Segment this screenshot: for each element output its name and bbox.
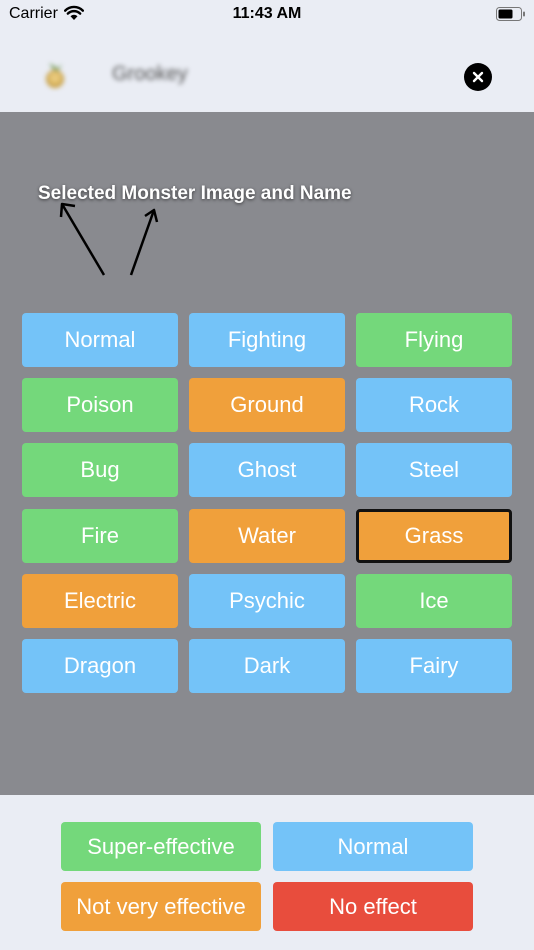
close-button[interactable]: [464, 63, 492, 91]
monster-name: Grookey: [112, 63, 188, 85]
legend-item-not-very-effective: Not very effective: [61, 882, 261, 931]
type-button-normal[interactable]: Normal: [22, 313, 178, 367]
type-button-steel[interactable]: Steel: [356, 443, 512, 498]
type-button-electric[interactable]: Electric: [22, 573, 178, 628]
type-button-dark[interactable]: Dark: [189, 639, 345, 693]
type-button-grass[interactable]: Grass: [356, 508, 512, 563]
type-selection-overlay: Selected Monster Image and Name Normal Fi…: [0, 112, 534, 795]
type-button-fire[interactable]: Fire: [22, 508, 178, 563]
legend-item-normal: Normal: [273, 822, 473, 871]
type-grid: Normal Fighting Flying Poison Ground Rock Bug G…: [22, 313, 512, 695]
type-button-dragon[interactable]: Dragon: [22, 639, 178, 693]
battery-icon: [496, 7, 525, 21]
type-button-ice[interactable]: Ice: [356, 573, 512, 628]
type-button-poison[interactable]: Poison: [22, 378, 178, 433]
effectiveness-legend: Super-effective Normal Not very effective N…: [0, 795, 534, 950]
type-button-water[interactable]: Water: [189, 508, 345, 563]
type-button-fighting[interactable]: Fighting: [189, 313, 345, 367]
legend-item-no-effect: No effect: [273, 882, 473, 931]
status-bar: Carrier 11:43 AM: [0, 0, 534, 30]
monster-image: [46, 63, 64, 88]
type-button-fairy[interactable]: Fairy: [356, 639, 512, 693]
type-button-ghost[interactable]: Ghost: [189, 443, 345, 498]
close-icon: [472, 71, 484, 83]
annotation-label: Selected Monster Image and Name: [38, 183, 352, 204]
clock: 11:43 AM: [232, 5, 302, 22]
type-button-ground[interactable]: Ground: [189, 378, 345, 433]
legend-item-super-effective: Super-effective: [61, 822, 261, 871]
type-button-psychic[interactable]: Psychic: [189, 573, 345, 628]
type-button-bug[interactable]: Bug: [22, 443, 178, 498]
type-button-rock[interactable]: Rock: [356, 378, 512, 433]
type-button-flying[interactable]: Flying: [356, 313, 512, 367]
